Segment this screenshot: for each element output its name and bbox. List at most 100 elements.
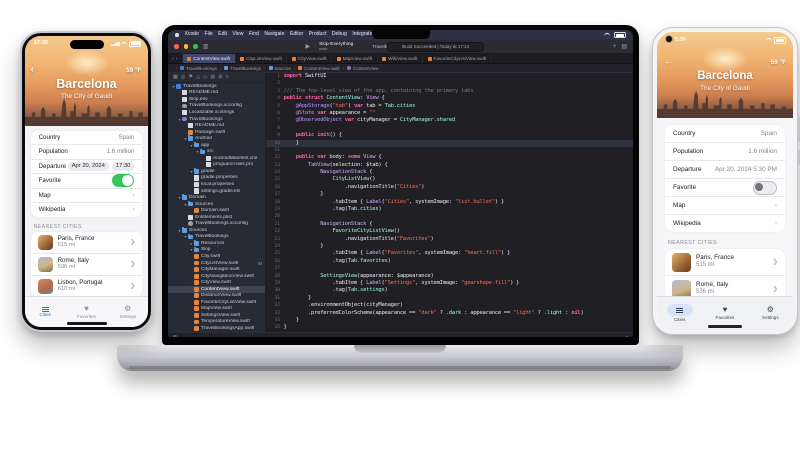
menu-item-product[interactable]: Product <box>309 32 327 37</box>
editor-tab[interactable]: MapView.swift <box>332 54 378 63</box>
project-navigator-icon[interactable]: ▦ <box>173 75 178 80</box>
heart-icon: ♥ <box>84 305 89 313</box>
favorite-toggle[interactable] <box>753 181 777 195</box>
city-thumbnail <box>38 279 53 294</box>
nearest-city-row[interactable]: Lisbon, Portugal610 mi› <box>31 276 143 297</box>
breadcrumb-item[interactable]: TravelBookings <box>224 66 261 71</box>
time-pill[interactable]: 17:30 <box>112 162 135 171</box>
line-number: 5 <box>266 103 284 110</box>
nearest-city-row[interactable]: Rome, Italy536 mi› <box>665 276 785 297</box>
editor-tab[interactable]: CityListView.swift <box>236 54 288 63</box>
detail-row-population[interactable]: Population1.6 million <box>665 143 785 161</box>
tab-cities[interactable]: Cities <box>25 297 66 327</box>
close-window-button[interactable] <box>174 44 179 49</box>
breadcrumb-item[interactable]: ContentView.swift <box>298 66 339 71</box>
swift-icon <box>194 261 199 266</box>
date-pill[interactable]: Apr 20, 2024 <box>68 162 109 171</box>
line-number: 33 <box>266 310 284 317</box>
add-editor-icon[interactable]: + <box>613 44 617 50</box>
test-navigator-icon[interactable]: ▤ <box>210 75 215 80</box>
source-control-navigator-icon[interactable]: ◎ <box>181 75 185 80</box>
breadcrumb-item[interactable]: ContentView <box>347 66 378 71</box>
tab-history-arrows[interactable]: ‹› <box>168 54 183 63</box>
tab-cities[interactable]: Cities <box>657 297 702 330</box>
detail-row-population[interactable]: Population1.6 million <box>31 145 143 160</box>
bookmark-navigator-icon[interactable]: ⚑ <box>189 75 193 80</box>
file-name: TravelBookings <box>195 234 229 239</box>
tab-settings[interactable]: ⚙Settings <box>748 297 793 330</box>
file-name: Domain <box>189 195 206 200</box>
toggle-navigator-icon[interactable]: ▥ <box>203 44 209 50</box>
code-line: 4public struct ContentView: View { <box>266 95 633 102</box>
file-name: Sources <box>195 202 213 207</box>
editor-tab[interactable]: FavoriteCityListView.swift <box>423 54 492 63</box>
iphone-device: 17:30 ▂▄▆█ ‹ 59 °F Barcelona The City of… <box>20 31 153 332</box>
apple-menu-icon[interactable] <box>175 33 179 37</box>
report-navigator-icon[interactable]: ≡ <box>226 75 229 80</box>
detail-row-wikipedia[interactable]: Wikipedia› <box>665 215 785 232</box>
filter-icon[interactable]: ≡ <box>625 335 628 338</box>
detail-scroll-area[interactable]: CountrySpainPopulation1.6 millionDepartu… <box>25 126 149 298</box>
find-navigator-icon[interactable]: △ <box>196 75 200 80</box>
detail-scroll-area[interactable]: CountrySpainPopulation1.6 millionDepartu… <box>657 118 793 297</box>
menu-item-view[interactable]: View <box>232 32 243 37</box>
swift-icon <box>194 280 199 285</box>
detail-row-wikipedia[interactable]: Wikipedia› <box>31 203 143 217</box>
back-button[interactable]: ‹ <box>31 65 34 75</box>
wifi-icon[interactable] <box>604 33 610 38</box>
run-button[interactable]: ▶ <box>305 44 310 50</box>
menu-item-integrate[interactable]: Integrate <box>352 32 372 37</box>
line-endings-icon[interactable]: ⊞ <box>173 334 177 337</box>
detail-row-favorite[interactable]: Favorite <box>31 174 143 189</box>
code-lines: 1import SwiftUI23/// The top-level view … <box>266 73 633 332</box>
editor-tab[interactable]: ContentView.swift <box>183 54 236 63</box>
editor-tab[interactable]: CityView.swift <box>287 54 332 63</box>
menu-item-navigate[interactable]: Navigate <box>264 32 284 37</box>
debug-navigator-icon[interactable]: ⊞ <box>218 75 222 80</box>
breadcrumb-item[interactable]: Sources <box>269 66 291 71</box>
swift-icon <box>298 66 302 70</box>
folder-icon <box>182 195 187 199</box>
editor-options-icon[interactable]: ▤ <box>621 44 627 50</box>
editor-tab[interactable]: WikiView.swift <box>378 54 423 63</box>
menu-item-xcode[interactable]: Xcode <box>185 32 199 37</box>
nearest-city-row[interactable]: Rome, Italy536 mi› <box>31 254 143 276</box>
breadcrumb-item[interactable]: TravelBookings <box>180 66 217 71</box>
menu-item-debug[interactable]: Debug <box>332 32 347 37</box>
line-number: 31 <box>266 295 284 302</box>
detail-row-map[interactable]: Map› <box>31 189 143 204</box>
battery-icon[interactable] <box>614 32 626 39</box>
detail-row-country[interactable]: CountrySpain <box>31 131 143 146</box>
menu-item-editor[interactable]: Editor <box>290 32 303 37</box>
nearest-city-row[interactable]: Paris, France515 mi› <box>31 232 143 254</box>
code-text: /// The top-level view of the app, conta… <box>284 88 474 95</box>
file-tree-row[interactable]: TravelBookingsApp.swift <box>168 325 265 332</box>
detail-row-map[interactable]: Map› <box>665 197 785 215</box>
minimize-window-button[interactable] <box>184 44 189 49</box>
file-name: CityView.swift <box>201 280 231 285</box>
detail-row-country[interactable]: CountrySpain <box>665 125 785 143</box>
home-indicator <box>67 322 107 325</box>
cellular-icon: ▂▄▆█ <box>111 42 119 46</box>
code-editor[interactable]: 1import SwiftUI23/// The top-level view … <box>266 73 633 332</box>
folder-icon <box>194 169 199 173</box>
activity-status[interactable]: Build Succeeded | Today at 17:24 <box>387 42 484 52</box>
battery-icon <box>774 37 786 44</box>
breadcrumb-back-icon[interactable]: ‹ › <box>173 66 177 71</box>
detail-row-departure[interactable]: DepartureApr 20, 202417:30 <box>31 160 143 175</box>
nearest-city-row[interactable]: Paris, France515 mi› <box>665 249 785 276</box>
menu-item-file[interactable]: File <box>204 32 212 37</box>
detail-row-departure[interactable]: DepartureApr 20, 2024 5:30 PM <box>665 161 785 179</box>
menu-item-find[interactable]: Find <box>249 32 259 37</box>
city-text: Rome, Italy536 mi <box>58 257 125 272</box>
code-text: CityListView() <box>284 176 376 183</box>
file-name: TravelBookings <box>183 84 217 89</box>
menu-item-edit[interactable]: Edit <box>218 32 227 37</box>
detail-row-favorite[interactable]: Favorite <box>665 179 785 197</box>
zoom-window-button[interactable] <box>193 44 198 49</box>
issue-navigator-icon[interactable]: ◇ <box>203 75 207 80</box>
file-tree[interactable]: ▾TravelBookingsREADME.mdSkip.envTravelBo… <box>168 83 265 332</box>
favorite-toggle[interactable] <box>112 174 134 187</box>
tab-settings[interactable]: ⚙Settings <box>107 297 148 327</box>
back-button[interactable]: ← <box>664 58 672 66</box>
